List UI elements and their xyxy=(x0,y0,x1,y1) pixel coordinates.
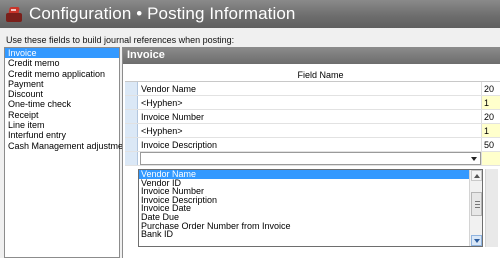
transaction-type-item[interactable]: Line item xyxy=(5,120,119,130)
field-length-cell[interactable]: 1 xyxy=(481,124,500,137)
new-field-row[interactable] xyxy=(125,152,500,166)
dropdown-option[interactable]: Vendor Name xyxy=(139,170,482,179)
scroll-up-icon[interactable] xyxy=(471,170,482,181)
field-row[interactable]: <Hyphen> 1 xyxy=(125,96,500,110)
field-length-cell[interactable]: 20 xyxy=(481,110,500,123)
dropdown-option[interactable]: Invoice Date xyxy=(139,204,482,213)
panel-scrollbar[interactable] xyxy=(485,169,498,247)
panel-title: Invoice xyxy=(123,47,500,64)
field-name-cell[interactable]: Invoice Number xyxy=(140,110,481,123)
transaction-type-item[interactable]: Cash Management adjustment xyxy=(5,141,131,151)
dropdown-option[interactable]: Bank ID xyxy=(139,230,482,239)
field-row[interactable]: Invoice Number 20 xyxy=(125,110,500,124)
scroll-down-icon[interactable] xyxy=(471,235,482,246)
field-row[interactable]: Invoice Description 50 xyxy=(125,138,500,152)
row-selector[interactable] xyxy=(125,96,138,109)
transaction-type-item[interactable]: Invoice xyxy=(5,48,119,59)
title-bar: Configuration • Posting Information xyxy=(0,0,500,28)
row-selector[interactable] xyxy=(125,138,138,151)
window-title: Configuration • Posting Information xyxy=(29,4,296,23)
field-name-combobox[interactable] xyxy=(140,152,481,165)
field-row[interactable]: <Hyphen> 1 xyxy=(125,124,500,138)
field-name-column-header: Field Name xyxy=(297,70,344,80)
field-name-cell[interactable]: <Hyphen> xyxy=(140,96,481,109)
field-row[interactable]: Vendor Name 20 xyxy=(125,82,500,96)
transaction-type-item[interactable]: Credit memo application xyxy=(5,69,119,79)
app-icon xyxy=(4,4,24,24)
grid-header: Field Name xyxy=(125,68,500,82)
row-selector[interactable] xyxy=(125,82,138,95)
transaction-type-item[interactable]: One-time check xyxy=(5,99,119,109)
transaction-type-item[interactable]: Receipt xyxy=(5,110,119,120)
field-name-dropdown-list[interactable]: Vendor Name Vendor ID Invoice Number Invoic… xyxy=(138,169,483,247)
field-length-cell[interactable] xyxy=(481,152,500,165)
transaction-type-item[interactable]: Discount xyxy=(5,89,119,99)
field-length-cell[interactable]: 20 xyxy=(481,82,500,95)
chevron-down-icon[interactable] xyxy=(471,157,477,161)
scroll-thumb[interactable] xyxy=(471,192,482,216)
row-selector[interactable] xyxy=(125,110,138,123)
row-selector[interactable] xyxy=(125,124,138,137)
field-name-cell[interactable]: Invoice Description xyxy=(140,138,481,151)
field-length-cell[interactable]: 50 xyxy=(481,138,500,151)
transaction-type-list[interactable]: Invoice Credit memo Credit memo applicatio… xyxy=(4,47,131,258)
field-name-cell[interactable]: Vendor Name xyxy=(140,82,481,95)
field-length-cell[interactable]: 1 xyxy=(481,96,500,109)
transaction-type-item[interactable]: Payment xyxy=(5,79,119,89)
instruction-text: Use these fields to build journal refere… xyxy=(6,35,235,45)
dropdown-option[interactable]: Purchase Order Number from Invoice xyxy=(139,221,482,231)
dropdown-scrollbar[interactable] xyxy=(469,170,482,246)
field-name-cell[interactable]: <Hyphen> xyxy=(140,124,481,137)
field-grid: Field Name Vendor Name 20 <Hyphen> 1 Invoice… xyxy=(125,68,500,166)
transaction-type-item[interactable]: Interfund entry xyxy=(5,130,119,140)
transaction-type-item[interactable]: Credit memo xyxy=(5,58,119,68)
row-selector[interactable] xyxy=(125,152,138,165)
